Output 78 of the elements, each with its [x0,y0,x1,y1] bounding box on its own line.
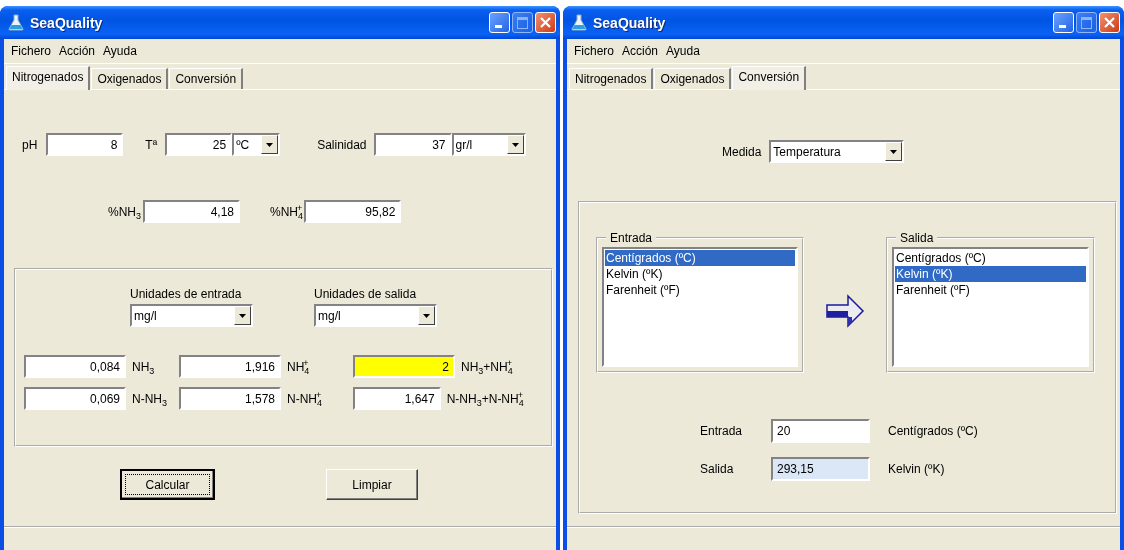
field-label: Salida [700,462,735,476]
dropdown-button[interactable] [261,135,279,154]
field-label: Tª [145,137,158,152]
field-label: NH$_{3}$ [132,359,155,374]
text-field[interactable]: 37 [373,133,452,156]
tab[interactable]: Conversión [732,66,807,90]
unit-label: Kelvin (ºK) [888,462,945,476]
unit-label: Centígrados (ºC) [888,424,978,438]
text-field[interactable]: 1,578 [179,387,281,410]
dropdown-button[interactable] [885,142,903,161]
dropdown[interactable]: Temperatura [769,140,905,163]
menu-item[interactable]: Ayuda [662,44,704,58]
window-title: SeaQuality [593,14,667,31]
menu-item[interactable]: Acción [618,44,663,58]
maximize-button[interactable] [1076,12,1097,33]
list-box[interactable]: Centígrados (ºC) Kelvin (ºK) Farenheit (ºF) [892,247,1089,367]
tab[interactable]: Nitrogenados [569,68,654,89]
group-label: Salida [899,231,935,245]
text-field[interactable]: 1,916 [179,355,281,378]
dropdown-button[interactable] [506,135,524,154]
caret-icon [239,313,246,318]
minimize-button[interactable] [1053,12,1074,33]
list-item[interactable]: Kelvin (ºK) [605,266,795,282]
action-button[interactable]: Calcular [120,469,215,500]
dropdown-button[interactable] [418,306,435,325]
minimize-button[interactable] [489,12,510,33]
action-button[interactable]: Limpiar [326,469,418,500]
field-label: %NH$_{3}$ [108,204,142,219]
flask-icon [571,14,587,31]
tab[interactable]: Nitrogenados [6,66,91,90]
dropdown[interactable]: mg/l [130,304,253,327]
caret-icon [511,142,519,147]
menu-item[interactable]: Acción [55,44,100,58]
list-item[interactable]: Kelvin (ºK) [895,266,1086,282]
tab[interactable]: Oxigenados [91,68,169,89]
menu-item[interactable]: Fichero [7,44,55,58]
arrow-icon [826,294,865,328]
close-icon [540,17,551,28]
text-field[interactable]: 1,647 [353,387,441,410]
field-label: pH [22,137,38,152]
list-item[interactable]: Farenheit (ºF) [895,282,1086,298]
group-label: Entrada [609,231,654,245]
text-field[interactable]: 95,82 [304,200,402,223]
list-item[interactable]: Centígrados (ºC) [895,250,1086,266]
close-button[interactable] [1099,12,1120,33]
flask-icon [8,14,24,31]
dropdown[interactable]: gr/l [451,133,526,156]
text-field[interactable]: 20 [771,419,870,443]
menu-item[interactable]: Fichero [570,44,618,58]
field-label: Unidades de entrada [130,287,243,301]
caret-icon [423,313,430,318]
field-label: Salinidad [317,137,367,152]
tab[interactable]: Oxigenados [654,68,732,89]
close-button[interactable] [535,12,556,33]
text-field[interactable]: 293,15 [771,457,870,481]
window-title: SeaQuality [30,14,104,31]
caret-icon [266,142,274,147]
text-field[interactable]: 4,18 [143,200,241,223]
text-field[interactable]: 8 [46,133,124,156]
text-field[interactable]: 0,084 [24,355,126,378]
list-item[interactable]: Farenheit (ºF) [605,282,795,298]
caret-icon [890,149,898,154]
maximize-button[interactable] [512,12,533,33]
dropdown-button[interactable] [234,306,251,325]
field-label: Unidades de salida [314,287,418,301]
close-icon [1104,17,1115,28]
text-field[interactable]: 2 [353,355,455,378]
field-label: N-NH$_{3}$ [132,391,167,406]
text-field[interactable]: 25 [165,133,233,156]
list-item[interactable]: Centígrados (ºC) [605,250,795,266]
field-label: Medida [722,144,762,159]
list-box[interactable]: Centígrados (ºC) Kelvin (ºK) Farenheit (ºF) [602,247,798,367]
dropdown[interactable]: ºC [232,133,281,156]
field-label: Entrada [700,424,744,438]
menu-item[interactable]: Ayuda [99,44,141,58]
tab[interactable]: Conversión [169,68,244,89]
dropdown[interactable]: mg/l [314,304,437,327]
text-field[interactable]: 0,069 [24,387,126,410]
